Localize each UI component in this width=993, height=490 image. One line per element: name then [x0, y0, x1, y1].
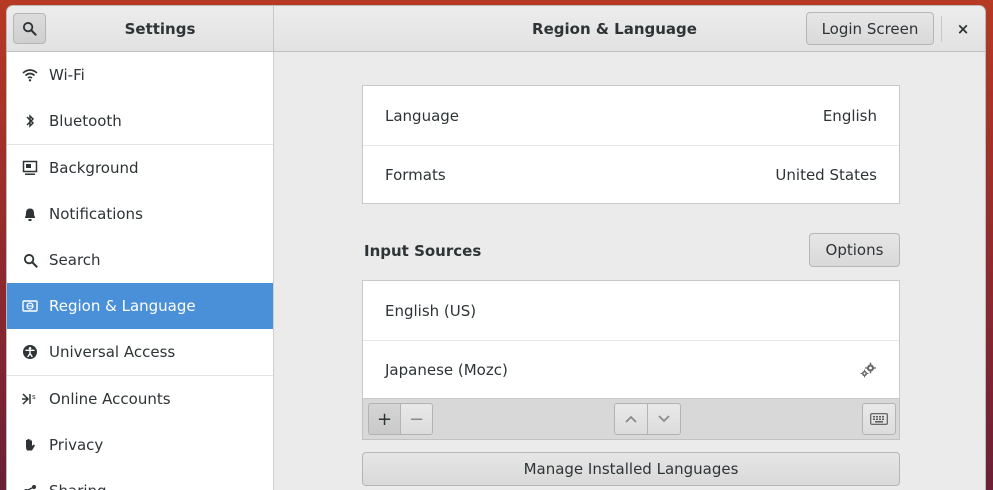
plus-icon: + [376, 408, 393, 430]
online-accounts-icon: s [21, 390, 39, 408]
manage-installed-languages-button[interactable]: Manage Installed Languages [362, 452, 900, 486]
input-source-label: English (US) [385, 301, 477, 320]
login-screen-button[interactable]: Login Screen [806, 12, 934, 45]
main-content: Language English Formats United States I… [275, 52, 985, 490]
sidebar-item-label: Notifications [49, 205, 143, 223]
sidebar-item-label: Search [49, 251, 101, 269]
formats-value: United States [775, 166, 877, 184]
search-icon [22, 21, 37, 36]
sidebar: Wi-Fi Bluetooth Background Notifications… [7, 52, 274, 490]
sidebar-item-bluetooth[interactable]: Bluetooth [7, 98, 273, 144]
keyboard-icon [870, 413, 888, 425]
search-button[interactable] [13, 13, 46, 44]
input-source-label: Japanese (Mozc) [385, 361, 508, 379]
header-bar: Settings Region & Language Login Screen … [7, 6, 985, 52]
chevron-up-icon [625, 415, 637, 423]
input-sources-toolbar: + − [362, 398, 900, 440]
input-sources-title: Input Sources [364, 242, 482, 260]
language-label: Language [385, 106, 460, 125]
sidebar-item-label: Background [49, 159, 139, 177]
language-value: English [822, 106, 877, 125]
language-formats-list: Language English Formats United States [362, 85, 900, 204]
move-up-button[interactable] [614, 403, 648, 435]
sidebar-item-label: Region & Language [49, 297, 196, 315]
sidebar-item-privacy[interactable]: Privacy [7, 422, 273, 468]
sidebar-item-label: Bluetooth [49, 112, 122, 130]
sidebar-item-region-language[interactable]: Region & Language [7, 283, 273, 329]
bell-icon [21, 205, 39, 223]
close-button[interactable]: × [947, 13, 979, 44]
move-down-button[interactable] [647, 403, 681, 435]
search-icon [21, 251, 39, 269]
add-input-source-button[interactable]: + [368, 403, 401, 435]
sidebar-item-label: Sharing [49, 482, 107, 490]
sidebar-item-online-accounts[interactable]: s Online Accounts [7, 376, 273, 422]
sidebar-item-background[interactable]: Background [7, 145, 273, 191]
sidebar-item-label: Universal Access [49, 343, 176, 361]
sidebar-item-label: Privacy [49, 436, 104, 454]
sidebar-item-search[interactable]: Search [7, 237, 273, 283]
hand-icon [21, 436, 39, 454]
sidebar-item-wifi[interactable]: Wi-Fi [7, 52, 273, 98]
sidebar-title: Settings [124, 20, 196, 38]
input-source-japanese-mozc[interactable]: Japanese (Mozc) [363, 340, 899, 399]
chevron-down-icon [658, 415, 670, 423]
settings-window: Settings Region & Language Login Screen … [6, 5, 986, 490]
input-sources-list: English (US) Japanese (Mozc) [362, 280, 900, 399]
region-icon [21, 297, 39, 315]
background-icon [21, 159, 39, 177]
sidebar-item-notifications[interactable]: Notifications [7, 191, 273, 237]
formats-label: Formats [385, 166, 446, 184]
sidebar-item-sharing[interactable]: Sharing [7, 468, 273, 490]
sharing-icon [21, 482, 39, 490]
show-keyboard-layout-button[interactable] [862, 403, 896, 435]
sidebar-item-universal-access[interactable]: Universal Access [7, 329, 273, 375]
accessibility-icon [21, 343, 39, 361]
language-row[interactable]: Language English [363, 86, 899, 145]
header-left: Settings [7, 6, 274, 52]
remove-input-source-button[interactable]: − [400, 403, 433, 435]
options-button[interactable]: Options [809, 233, 900, 267]
close-icon: × [956, 19, 970, 38]
input-source-english-us[interactable]: English (US) [363, 281, 899, 340]
minus-icon: − [408, 408, 425, 430]
sidebar-item-label: Wi-Fi [49, 66, 85, 84]
sidebar-item-label: Online Accounts [49, 390, 171, 408]
svg-text:s: s [32, 393, 36, 401]
gear-icon[interactable] [859, 362, 877, 378]
bluetooth-icon [21, 112, 39, 130]
formats-row[interactable]: Formats United States [363, 145, 899, 204]
wifi-icon [21, 66, 39, 84]
header-separator [941, 16, 942, 42]
